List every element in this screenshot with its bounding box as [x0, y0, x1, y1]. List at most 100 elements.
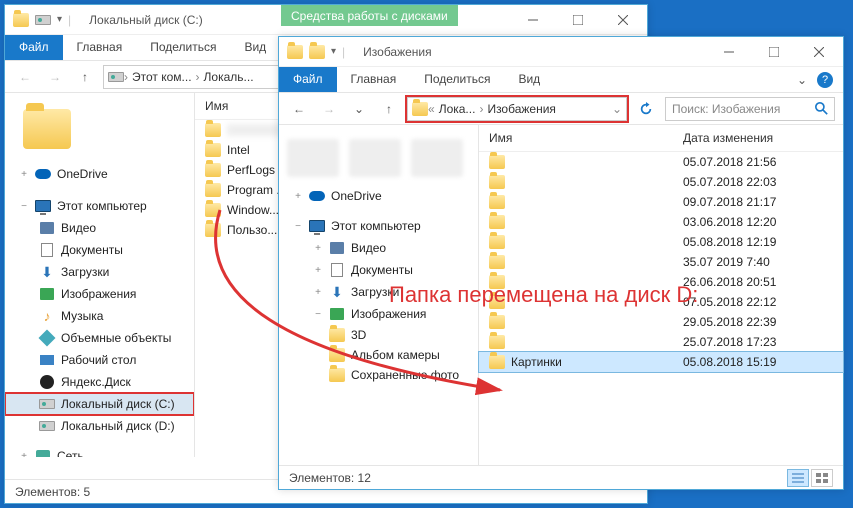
- sidebar-item-drive-d[interactable]: Локальный диск (D:): [5, 415, 194, 437]
- context-tab[interactable]: Средства работы с дисками: [281, 5, 458, 26]
- document-icon: [331, 263, 343, 277]
- sidebar-item-pictures[interactable]: −Изображения: [279, 303, 478, 325]
- content-pane[interactable]: Имя Дата изменения 05.07.2018 21:5605.07…: [479, 125, 843, 467]
- up-button[interactable]: ↑: [73, 65, 97, 89]
- tab-home[interactable]: Главная: [337, 67, 411, 92]
- status-text: Элементов: 12: [289, 471, 371, 485]
- item-date: 07.05.2018 22:12: [683, 295, 833, 309]
- list-item[interactable]: 26.06.2018 20:51: [479, 272, 843, 292]
- folder-icon: [205, 163, 221, 177]
- explorer-window-pictures: ▾ | Изобажения Файл Главная Поделиться В…: [278, 36, 844, 490]
- tab-share[interactable]: Поделиться: [410, 67, 504, 92]
- tab-file[interactable]: Файл: [5, 35, 63, 60]
- sidebar-item-desktop[interactable]: Рабочий стол: [5, 349, 194, 371]
- list-item[interactable]: 07.05.2018 22:12: [479, 292, 843, 312]
- up-button[interactable]: ↑: [377, 97, 401, 121]
- sidebar-label: Альбом камеры: [351, 348, 440, 362]
- view-details-button[interactable]: [787, 469, 809, 487]
- quick-access-thumb[interactable]: [287, 139, 339, 177]
- desktop-icon: [40, 355, 54, 365]
- column-header-date[interactable]: Дата изменения: [683, 131, 833, 145]
- sidebar-item-yandex-disk[interactable]: Яндекс.Диск: [5, 371, 194, 393]
- back-button[interactable]: ←: [13, 65, 37, 89]
- folder-icon: [329, 328, 345, 342]
- quick-access-icon[interactable]: [23, 109, 71, 149]
- list-item[interactable]: 25.07.2018 17:23: [479, 332, 843, 352]
- folder-icon: [489, 155, 505, 169]
- refresh-icon[interactable]: [639, 102, 653, 116]
- maximize-button[interactable]: [555, 5, 600, 35]
- network-icon: [36, 450, 50, 457]
- list-item-selected[interactable]: Картинки 05.08.2018 15:19: [479, 352, 843, 372]
- list-item[interactable]: 05.07.2018 22:03: [479, 172, 843, 192]
- sidebar-item-this-pc[interactable]: −Этот компьютер: [5, 195, 194, 217]
- close-button[interactable]: [796, 37, 841, 67]
- sidebar-item-downloads[interactable]: ⬇Загрузки: [5, 261, 194, 283]
- folder-icon: [489, 355, 505, 369]
- sidebar-item-this-pc[interactable]: −Этот компьютер: [279, 215, 478, 237]
- list-item[interactable]: 35.07 2019 7:40: [479, 252, 843, 272]
- sidebar-item-camera-roll[interactable]: Альбом камеры: [279, 345, 478, 365]
- cloud-icon: [35, 169, 51, 179]
- quick-access-thumb[interactable]: [411, 139, 463, 177]
- minimize-button[interactable]: [706, 37, 751, 67]
- search-icon: [815, 102, 828, 115]
- qat-dropdown-icon[interactable]: ▾: [57, 14, 62, 25]
- sidebar-item-documents[interactable]: Документы: [5, 239, 194, 261]
- nav-bar: ← → ⌄ ↑ « Лока... › Изобажения ⌄ Поиск: …: [279, 93, 843, 125]
- recent-locations-button[interactable]: ⌄: [347, 97, 371, 121]
- sidebar-item-onedrive[interactable]: +OneDrive: [5, 163, 194, 185]
- list-item[interactable]: 09.07.2018 21:17: [479, 192, 843, 212]
- list-item[interactable]: 29.05.2018 22:39: [479, 312, 843, 332]
- close-button[interactable]: [600, 5, 645, 35]
- list-item[interactable]: 05.07.2018 21:56: [479, 152, 843, 172]
- sidebar-label: Этот компьютер: [331, 219, 421, 233]
- tab-home[interactable]: Главная: [63, 35, 137, 60]
- sidebar-label: OneDrive: [331, 189, 382, 203]
- titlebar[interactable]: ▾ | Изобажения: [279, 37, 843, 67]
- video-icon: [330, 242, 344, 254]
- minimize-button[interactable]: [510, 5, 555, 35]
- tab-view[interactable]: Вид: [504, 67, 554, 92]
- sidebar-item-videos[interactable]: +Видео: [279, 237, 478, 259]
- sidebar-item-onedrive[interactable]: +OneDrive: [279, 185, 478, 207]
- sidebar-label: OneDrive: [57, 167, 108, 181]
- sidebar-item-music[interactable]: ♪Музыка: [5, 305, 194, 327]
- breadcrumb[interactable]: Лока...: [435, 102, 480, 116]
- tab-file[interactable]: Файл: [279, 67, 337, 92]
- pc-icon: [309, 220, 325, 232]
- sidebar-item-downloads[interactable]: +⬇Загрузки: [279, 281, 478, 303]
- titlebar[interactable]: ▾ | Локальный диск (C:) Средства работы …: [5, 5, 647, 35]
- sidebar-item-saved-pictures[interactable]: Сохраненные фото: [279, 365, 478, 385]
- maximize-button[interactable]: [751, 37, 796, 67]
- tab-share[interactable]: Поделиться: [136, 35, 230, 60]
- quick-access-thumb[interactable]: [349, 139, 401, 177]
- window-title: Изобажения: [363, 45, 431, 59]
- address-bar[interactable]: « Лока... › Изобажения ⌄: [407, 97, 627, 121]
- view-thumbnails-button[interactable]: [811, 469, 833, 487]
- column-header-name[interactable]: Имя: [489, 131, 683, 145]
- address-dropdown-icon[interactable]: ⌄: [612, 102, 622, 116]
- sidebar-item-pictures[interactable]: Изображения: [5, 283, 194, 305]
- sidebar-item-documents[interactable]: +Документы: [279, 259, 478, 281]
- help-icon[interactable]: ?: [817, 72, 833, 88]
- sidebar-item-3d-objects[interactable]: Объемные объекты: [5, 327, 194, 349]
- forward-button[interactable]: →: [43, 65, 67, 89]
- sidebar-item-3d[interactable]: 3D: [279, 325, 478, 345]
- breadcrumb[interactable]: Локаль...: [200, 70, 258, 84]
- search-input[interactable]: Поиск: Изобажения: [665, 97, 835, 121]
- qat-dropdown-icon[interactable]: ▾: [331, 46, 336, 57]
- folder-icon: [489, 215, 505, 229]
- back-button[interactable]: ←: [287, 97, 311, 121]
- forward-button[interactable]: →: [317, 97, 341, 121]
- ribbon-expand-icon[interactable]: ⌄: [797, 73, 807, 87]
- tab-view[interactable]: Вид: [230, 35, 280, 60]
- sidebar-item-videos[interactable]: Видео: [5, 217, 194, 239]
- sidebar-item-drive-c[interactable]: Локальный диск (C:): [5, 393, 194, 415]
- breadcrumb[interactable]: Этот ком...: [128, 70, 196, 84]
- folder-icon: [412, 102, 428, 116]
- list-item[interactable]: 05.08.2018 12:19: [479, 232, 843, 252]
- breadcrumb[interactable]: Изобажения: [483, 102, 559, 116]
- sidebar-item-network[interactable]: +Сеть: [5, 445, 194, 457]
- list-item[interactable]: 03.06.2018 12:20: [479, 212, 843, 232]
